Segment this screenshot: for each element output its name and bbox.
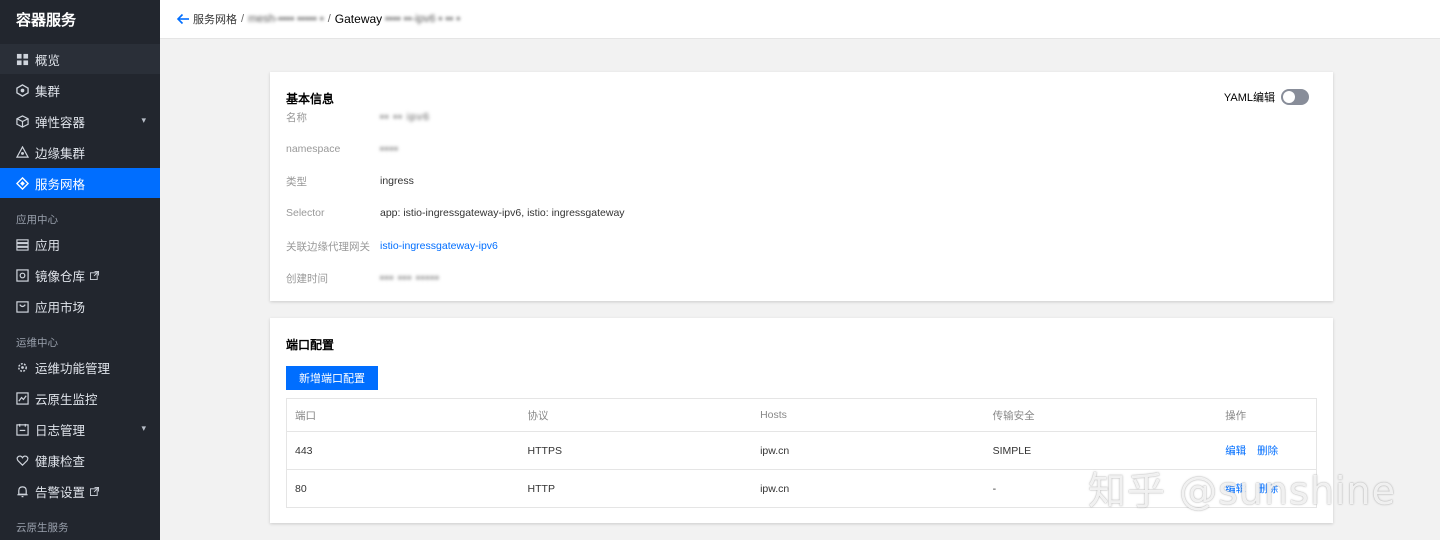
- ops-management-icon: [16, 361, 29, 374]
- health-check-icon: [16, 454, 29, 467]
- info-row-selector: Selector app: istio-ingressgateway-ipv6,…: [286, 205, 1317, 221]
- add-port-config-button[interactable]: 新增端口配置: [286, 366, 378, 390]
- info-row-namespace: namespace ▪▪▪▪: [286, 141, 1317, 157]
- sidebar-item-image-registry[interactable]: 镜像仓库: [0, 260, 160, 290]
- sidebar-item-label: 运维功能管理: [35, 361, 111, 376]
- sidebar-item-label: 边缘集群: [35, 146, 86, 161]
- service-mesh-icon: [16, 176, 29, 190]
- sidebar-item-edge-cluster[interactable]: 边缘集群: [0, 137, 160, 167]
- info-value: ▪▪▪▪: [380, 143, 399, 155]
- delete-link[interactable]: 删除: [1257, 445, 1278, 457]
- info-row-type: 类型 ingress: [286, 173, 1317, 189]
- info-label: 名称: [286, 111, 307, 124]
- sidebar-item-label: 概览: [35, 53, 61, 68]
- log-icon: [16, 423, 29, 436]
- sidebar-item-label: 应用: [35, 238, 61, 253]
- breadcrumb: 服务网格 / mesh-▪▪▪▪ ▪▪▪▪▪ ▪ / Gateway ▪▪▪▪ …: [160, 0, 1440, 39]
- info-row-name: 名称 ▪▪ ▪▪ ipv6: [286, 109, 1317, 125]
- info-label: namespace: [286, 143, 341, 155]
- breadcrumb-gateway: Gateway: [334, 12, 383, 26]
- cell-actions: 编辑 删除: [1217, 443, 1316, 458]
- edit-link[interactable]: 编辑: [1225, 445, 1246, 457]
- info-label: 关联边缘代理网关: [286, 240, 370, 253]
- nav-group-app-center: 应用中心: [16, 214, 58, 226]
- app-icon: [16, 238, 29, 251]
- watermark: 知乎 @sunshine: [1088, 469, 1396, 513]
- brand-title: 容器服务: [16, 12, 77, 29]
- sidebar-item-health-check[interactable]: 健康检查: [0, 445, 160, 475]
- edge-cluster-icon: [16, 145, 29, 159]
- edge-proxy-gateway-link[interactable]: istio-ingressgateway-ipv6: [380, 240, 498, 252]
- sidebar-item-label: 健康检查: [35, 454, 86, 469]
- info-value: ingress: [380, 175, 414, 187]
- chevron-down-icon: ▾: [141, 423, 146, 433]
- nav-group-ops-center: 运维中心: [16, 337, 58, 349]
- info-label: 创建时间: [286, 272, 328, 285]
- breadcrumb-separator: /: [327, 13, 331, 25]
- sidebar-item-label: 告警设置: [35, 485, 86, 500]
- sidebar-item-app-market[interactable]: 应用市场: [0, 291, 160, 321]
- info-value: ▪▪ ▪▪ ipv6: [380, 111, 430, 123]
- nav-group-cloud-native: 云原生服务: [16, 522, 69, 534]
- yaml-edit-toggle[interactable]: [1281, 89, 1309, 105]
- column-header: Hosts: [760, 409, 787, 421]
- sidebar-item-service-mesh[interactable]: 服务网格: [0, 168, 160, 198]
- basic-info-card: 基本信息 YAML编辑 名称 ▪▪ ▪▪ ipv6 namespace ▪▪▪▪…: [270, 72, 1333, 301]
- external-link-icon: [90, 486, 100, 496]
- sidebar-item-cluster[interactable]: 集群: [0, 75, 160, 105]
- monitor-icon: [16, 391, 29, 405]
- column-header: 协议: [527, 409, 549, 422]
- info-value: ▪▪▪ ▪▪▪ ▪▪▪▪▪: [380, 272, 440, 284]
- sidebar-item-elastic-container[interactable]: 弹性容器 ▾: [0, 106, 160, 136]
- sidebar-item-log[interactable]: 日志管理 ▾: [0, 414, 160, 444]
- info-row-created-time: 创建时间 ▪▪▪ ▪▪▪ ▪▪▪▪▪: [286, 270, 1317, 286]
- sidebar-item-monitor[interactable]: 云原生监控: [0, 383, 160, 413]
- dashboard-icon: [16, 53, 29, 66]
- info-label: Selector: [286, 207, 325, 219]
- sidebar-item-label: 镜像仓库: [35, 269, 86, 284]
- cell-hosts: ipw.cn: [760, 444, 790, 457]
- cell-protocol: HTTP: [527, 482, 555, 495]
- yaml-edit-control: YAML编辑: [1224, 89, 1309, 105]
- cell-port: 443: [295, 444, 313, 457]
- breadcrumb-separator: /: [241, 13, 245, 25]
- info-label: 类型: [286, 175, 307, 188]
- sidebar-item-label: 云原生监控: [35, 392, 98, 407]
- sidebar-item-label: 服务网格: [35, 177, 86, 192]
- sidebar-item-label: 弹性容器: [35, 115, 86, 130]
- cell-tls: SIMPLE: [992, 444, 1032, 457]
- basic-info-title: 基本信息: [286, 92, 335, 106]
- sidebar: 容器服务 概览 集群 弹性容器 ▾ 边缘集群 服务网格 应用中心 应用 镜像仓库…: [0, 0, 160, 540]
- alarm-icon: [16, 485, 29, 498]
- cell-protocol: HTTPS: [527, 444, 562, 457]
- yaml-edit-label: YAML编辑: [1223, 92, 1275, 104]
- chevron-down-icon: ▾: [141, 115, 146, 125]
- external-link-icon: [90, 270, 100, 280]
- breadcrumb-service-mesh[interactable]: 服务网格: [193, 11, 237, 27]
- sidebar-item-alarm[interactable]: 告警设置: [0, 476, 160, 506]
- info-value: app: istio-ingressgateway-ipv6, istio: i…: [380, 207, 625, 219]
- table-header: 端口 协议 Hosts 传输安全 操作: [287, 399, 1316, 431]
- breadcrumb-gateway-name: ▪▪▪▪ ▪▪-ipv6 ▪ ▪▪ ▪: [385, 13, 461, 25]
- back-arrow-icon[interactable]: [176, 12, 190, 26]
- column-header: 操作: [1225, 409, 1247, 422]
- sidebar-item-ops-management[interactable]: 运维功能管理: [0, 352, 160, 382]
- breadcrumb-mesh-id[interactable]: mesh-▪▪▪▪ ▪▪▪▪▪ ▪: [248, 13, 324, 25]
- cell-port: 80: [295, 482, 307, 495]
- image-registry-icon: [16, 268, 29, 282]
- port-config-title: 端口配置: [286, 338, 335, 352]
- app-market-icon: [16, 300, 29, 313]
- cluster-icon: [16, 83, 29, 97]
- info-row-edge-proxy-gateway: 关联边缘代理网关 istio-ingressgateway-ipv6: [286, 238, 1317, 254]
- sidebar-item-overview[interactable]: 概览: [0, 44, 160, 74]
- sidebar-item-label: 应用市场: [35, 300, 86, 315]
- elastic-container-icon: [16, 114, 29, 128]
- column-header: 传输安全: [992, 409, 1035, 422]
- sidebar-item-label: 集群: [35, 84, 61, 99]
- sidebar-item-label: 日志管理: [35, 423, 86, 438]
- sidebar-item-app[interactable]: 应用: [0, 229, 160, 259]
- cell-hosts: ipw.cn: [760, 482, 790, 495]
- column-header: 端口: [295, 409, 316, 422]
